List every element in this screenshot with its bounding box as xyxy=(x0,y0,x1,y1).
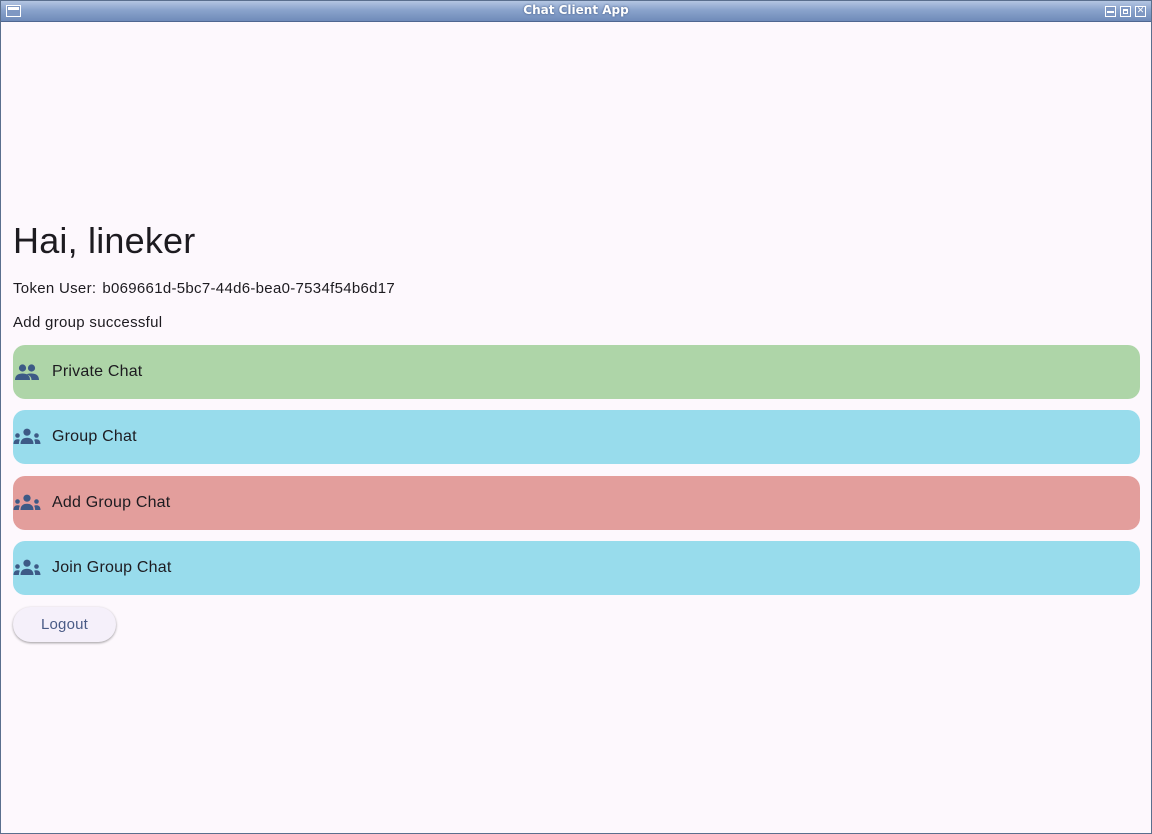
join-group-chat-button[interactable]: Join Group Chat xyxy=(13,541,1140,595)
groups-icon xyxy=(13,427,41,447)
token-value: b069661d-5bc7-44d6-bea0-7534f54b6d17 xyxy=(102,280,396,297)
private-chat-label: Private Chat xyxy=(52,363,143,380)
app-window: Chat Client App ✕ Hai, lineker Token Use… xyxy=(0,0,1152,834)
token-label: Token User: xyxy=(13,280,97,297)
group-chat-label: Group Chat xyxy=(52,428,137,445)
groups-icon xyxy=(13,493,41,513)
minimize-button[interactable] xyxy=(1105,6,1116,17)
close-button[interactable]: ✕ xyxy=(1135,6,1146,17)
private-chat-button[interactable]: Private Chat xyxy=(13,345,1140,399)
window-title: Chat Client App xyxy=(523,3,629,17)
add-group-chat-label: Add Group Chat xyxy=(52,494,171,511)
title-bar[interactable]: Chat Client App ✕ xyxy=(1,1,1151,22)
people-icon xyxy=(13,362,41,382)
greeting-heading: Hai, lineker xyxy=(13,220,196,261)
logout-button[interactable]: Logout xyxy=(13,607,116,642)
join-group-chat-label: Join Group Chat xyxy=(52,559,172,576)
groups-icon xyxy=(13,558,41,578)
token-line: Token User: b069661d-5bc7-44d6-bea0-7534f… xyxy=(13,280,395,297)
maximize-button[interactable] xyxy=(1120,6,1131,17)
add-group-chat-button[interactable]: Add Group Chat xyxy=(13,476,1140,530)
status-message: Add group successful xyxy=(13,314,163,331)
main-content: Hai, lineker Token User: b069661d-5bc7-44… xyxy=(1,23,1151,833)
group-chat-button[interactable]: Group Chat xyxy=(13,410,1140,464)
